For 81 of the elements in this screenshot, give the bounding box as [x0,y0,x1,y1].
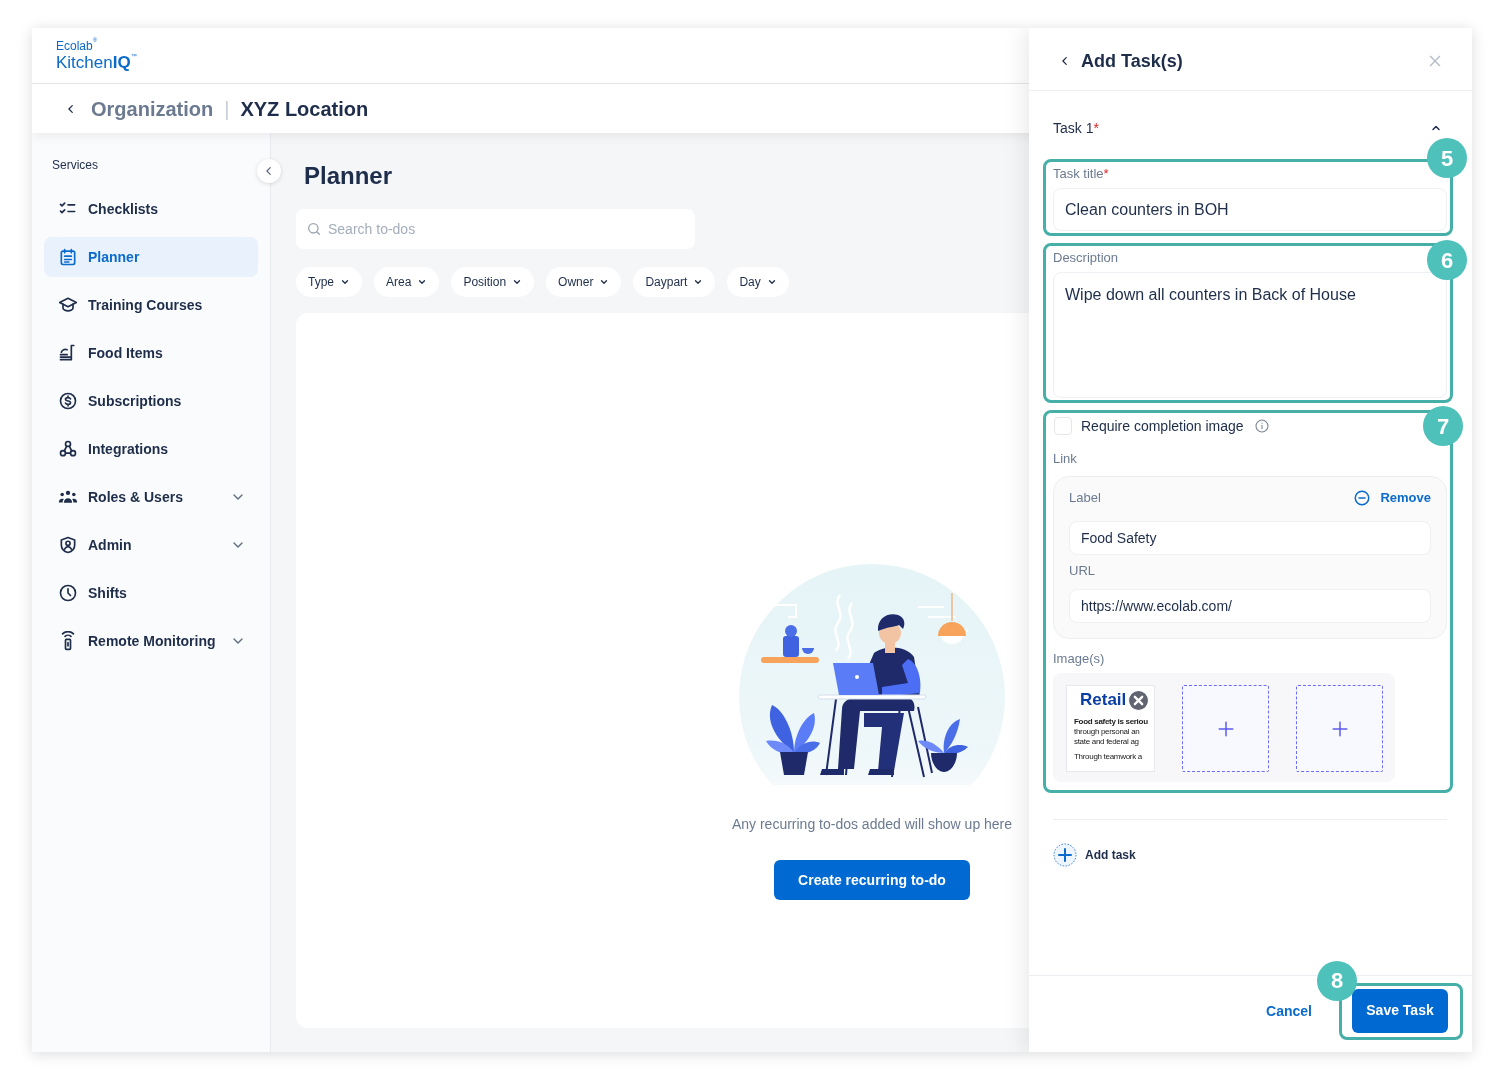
checkbox-label[interactable]: Require completion image [1081,415,1244,437]
section-label: Services [51,157,98,173]
breadcrumb-current: XYZ Location [240,96,369,122]
collapse-sidebar-button[interactable] [257,159,281,183]
chevron-left-icon [1060,56,1070,66]
filter-dropdown[interactable]: Daypart [633,267,716,297]
create-recurring-button[interactable]: Create recurring to-do [774,860,970,900]
sidebar-item[interactable]: Remote Monitoring [44,621,258,661]
plus-circle-icon [1053,843,1077,867]
sidebar-item[interactable]: Training Courses [44,285,258,325]
callout-number: 7 [1423,406,1463,446]
filter-dropdown[interactable]: Type [296,267,362,297]
logo-product: KitchenIQ$^{™}$ [56,52,137,72]
plus-icon [1330,719,1349,738]
chevron-left-icon [66,103,76,114]
breadcrumb-link[interactable]: Organization [91,93,214,124]
sidebar-item[interactable]: Integrations [44,429,258,469]
field-label: Task title* [1053,165,1109,183]
filter-dropdown[interactable]: Position [451,267,535,297]
search-icon [306,221,322,237]
calendar-icon [58,247,78,267]
breadcrumb-separator: | [224,96,230,122]
url-input[interactable]: https://www.ecolab.com/ [1069,589,1431,623]
sidebar-item[interactable]: Planner [44,237,258,277]
callout-number: 6 [1427,240,1467,280]
close-circle-icon[interactable] [1128,689,1150,711]
thumbnail-text: Through teamwork a [1074,752,1142,762]
chevron-left-icon [264,166,274,176]
sidebar-item[interactable]: Checklists [44,189,258,229]
graduation-cap-icon [58,295,78,315]
checkbox[interactable] [1054,417,1072,435]
minus-circle-icon [1353,489,1372,507]
add-image-button[interactable] [1296,685,1383,772]
sidebar-item[interactable]: Admin [44,525,258,565]
filter-dropdown[interactable]: Day [727,267,789,297]
thumbnail-text: state and federal ag [1074,737,1139,747]
task-title-input[interactable]: Clean counters in BOH [1053,188,1447,231]
thumbnail-heading: Retail [1080,689,1127,711]
callout-number: 8 [1317,960,1357,1001]
chevron-down-icon [766,277,777,287]
close-button[interactable] [1427,53,1443,69]
task-heading: Task 1* [1053,118,1099,138]
drawer-title: Add Task(s) [1081,49,1183,73]
filter-dropdown[interactable]: Owner [546,267,622,297]
chevron-down-icon [512,277,523,287]
field-label: URL [1069,562,1095,580]
add-image-button[interactable] [1182,685,1269,772]
field-label: Link [1053,450,1077,468]
chevron-down-icon [340,277,350,287]
shield-user-icon [58,535,78,555]
thumbnail-text: through personal an [1074,727,1140,737]
plus-icon [1216,719,1235,738]
webhook-icon [58,439,78,459]
description-textarea[interactable]: Wipe down all counters in Back of House [1053,272,1447,398]
sidebar-item[interactable]: Subscriptions [44,381,258,421]
thumbnail-text: Food safety is seriou [1074,717,1148,727]
chevron-down-icon [417,277,428,287]
clock-icon [58,583,78,603]
chevron-down-icon [599,277,610,287]
filter-dropdown[interactable]: Area [374,267,440,297]
callout-number: 5 [1427,138,1467,178]
field-label: Label [1069,489,1101,507]
cancel-button[interactable]: Cancel [1266,1000,1312,1022]
field-label: Description [1053,249,1119,267]
field-label: Image(s) [1053,650,1105,668]
remove-button[interactable]: Remove [1353,488,1431,508]
sidebar-item[interactable]: Shifts [44,573,258,613]
save-button[interactable]: Save Task [1352,988,1448,1033]
empty-state-message: Any recurring to-dos added will show up here [731,815,1013,834]
sidebar-item[interactable]: Roles & Users [44,477,258,517]
add-task-button[interactable]: Add task [1053,843,1136,867]
page-title: Planner [304,161,393,191]
food-tray-icon [58,343,78,363]
sidebar-item[interactable]: Food Items [44,333,258,373]
logo-brand: Ecolab$^{®}$ [56,39,98,53]
close-icon [1427,53,1443,69]
link-label-input[interactable]: Food Safety [1069,521,1431,555]
search-field[interactable]: Search to-dos [296,209,695,249]
info-icon [1253,418,1270,434]
chevron-down-icon [693,277,704,287]
dollar-circle-icon [58,391,78,411]
